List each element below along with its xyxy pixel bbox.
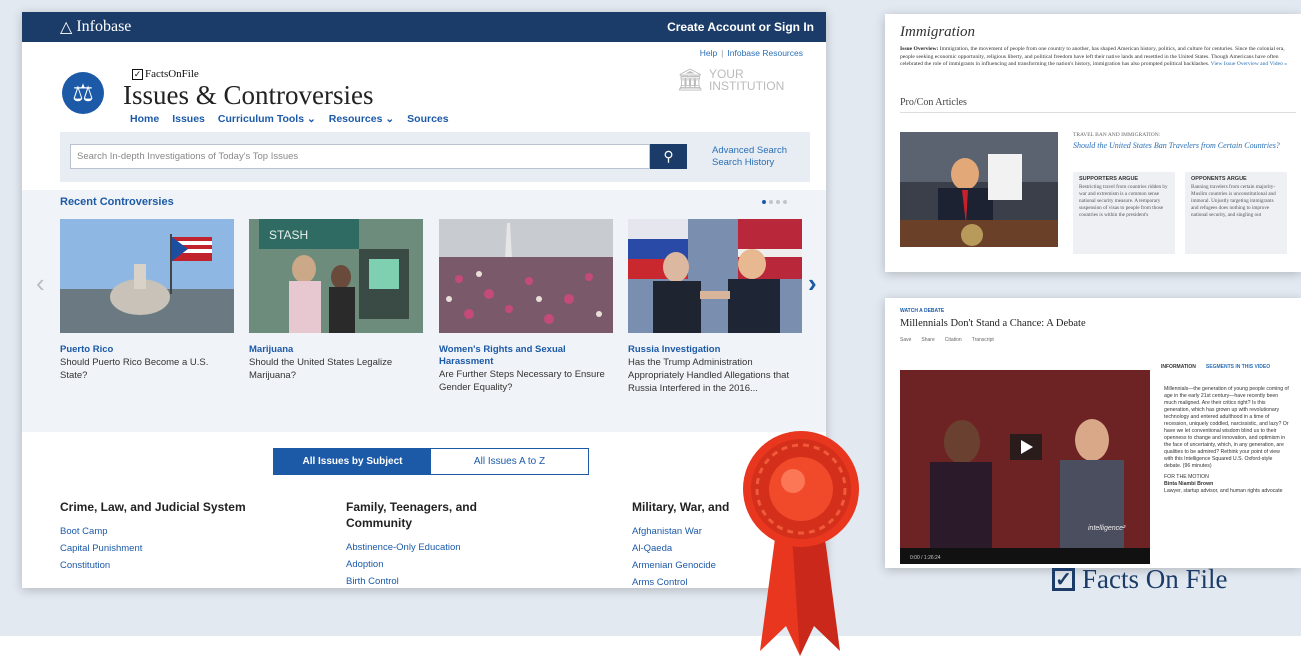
subject-column: Family, Teenagers, and Community Abstine… [346,499,536,588]
video-tools: Save Share Citation Transcript [900,337,994,343]
svg-text:STASH: STASH [269,228,308,242]
trump-signing-photo [900,132,1058,247]
puerto-rico-photo [60,219,234,333]
factsonfile-small-logo: ✓ FactsOnFile [132,68,199,80]
site-title[interactable]: Issues & Controversies [123,80,373,111]
subject-column: Crime, Law, and Judicial System Boot Cam… [60,499,250,574]
issue-link[interactable]: Adoption [346,556,536,573]
search-history-link[interactable]: Search History [712,157,787,169]
search-icon: ⚲ [663,148,674,164]
issue-overview: Issue Overview: Immigration, the movemen… [900,46,1288,68]
card-puerto-rico[interactable]: Puerto Rico Should Puerto Rico Become a … [60,219,234,382]
issue-tabs: All Issues by Subject All Issues A to Z [273,448,589,475]
search-links: Advanced Search Search History [712,145,787,169]
immigration-screenshot: Immigration Issue Overview: Immigration,… [885,14,1301,272]
check-icon: ✓ [132,68,143,80]
opponents-box: OPPONENTS ARGUE Banning travelers from c… [1185,172,1287,254]
signin-link[interactable]: Create Account or Sign In [667,20,814,34]
advanced-search-link[interactable]: Advanced Search [712,145,787,157]
video-screenshot: WATCH A DEBATE Millennials Don't Stand a… [885,298,1301,568]
infobase-icon: △ [60,19,73,36]
award-ribbon-icon [743,431,859,656]
supporters-box: SUPPORTERS ARGUE Restricting travel from… [1073,172,1175,254]
tab-segments[interactable]: SEGMENTS IN THIS VIDEO [1206,364,1270,370]
citation-button[interactable]: Citation [945,337,962,343]
nav-home[interactable]: Home [130,113,159,125]
video-description: Millennials—the generation of young peop… [1164,386,1289,494]
tab-a-to-z[interactable]: All Issues A to Z [431,449,588,474]
nav-resources[interactable]: Resources ⌄ [329,113,394,125]
tab-information[interactable]: INFORMATION [1161,364,1196,370]
nav-curriculum-tools[interactable]: Curriculum Tools ⌄ [218,113,316,125]
institution-logo: 🏛 YOUR INSTITUTION [676,67,785,93]
issue-link[interactable]: Constitution [60,557,250,574]
video-title: Millennials Don't Stand a Chance: A Deba… [900,318,1086,329]
marijuana-photo: STASH [249,219,423,333]
checkbox-icon: ✓ [1052,568,1075,591]
transcript-button[interactable]: Transcript [972,337,994,343]
chevron-right-icon[interactable]: › [808,268,817,299]
issue-link[interactable]: Boot Camp [60,523,250,540]
help-link[interactable]: Help [700,48,717,58]
card-russia[interactable]: Russia Investigation Has the Trump Admin… [628,219,802,395]
nav-sources[interactable]: Sources [407,113,448,125]
issues-controversies-screenshot: △ Infobase Create Account or Sign In Help… [22,12,826,588]
carousel-dots[interactable] [762,200,787,204]
putin-trump-photo [628,219,802,333]
recent-controversies: Recent Controversies ‹ › Puerto Rico Sho… [22,190,826,432]
help-links: Help | Infobase Resources [699,48,803,58]
issue-link[interactable]: Capital Punishment [60,540,250,557]
overview-link[interactable]: View Issue Overview and Video » [1211,61,1287,67]
video-overlay: intelligence² [1088,525,1126,532]
building-icon: 🏛 [676,67,704,92]
main-nav: Home Issues Curriculum Tools ⌄ Resources… [130,113,449,125]
chevron-left-icon[interactable]: ‹ [36,268,45,299]
issue-link[interactable]: Abstinence-Only Education [346,539,536,556]
video-tabs: INFORMATION SEGMENTS IN THIS VIDEO [1161,364,1270,370]
nav-issues[interactable]: Issues [172,113,205,125]
article-question-link[interactable]: Should the United States Ban Travelers f… [1073,141,1283,151]
search-input[interactable]: Search In-depth Investigations of Today'… [70,144,650,169]
video-time: 0:00 / 1:26:24 [910,555,941,561]
search-bar: Search In-depth Investigations of Today'… [60,132,810,182]
facts-on-file-logo: ✓ Facts On File [1052,564,1228,595]
infobase-resources-link[interactable]: Infobase Resources [727,48,803,58]
scales-icon: ⚖ [62,72,104,114]
womens-march-photo [439,219,613,333]
video-player[interactable]: 0:00 / 1:26:24 intelligence² [900,370,1150,564]
watch-debate-kicker: WATCH A DEBATE [900,308,945,314]
article-tag: TRAVEL BAN AND IMMIGRATION: [1073,132,1161,138]
procon-heading: Pro/Con Articles [900,97,967,108]
card-marijuana[interactable]: STASH Marijuana Should the United States… [249,219,423,382]
save-button[interactable]: Save [900,337,911,343]
share-button[interactable]: Share [921,337,934,343]
search-button[interactable]: ⚲ [650,144,687,169]
tab-by-subject[interactable]: All Issues by Subject [274,449,431,474]
immigration-title: Immigration [900,24,975,40]
infobase-logo[interactable]: △ Infobase [60,17,131,37]
card-womens-rights[interactable]: Women's Rights and Sexual Harassment Are… [439,219,613,394]
recent-label: Recent Controversies [60,196,174,208]
issue-link[interactable]: Birth Control [346,573,536,588]
top-bar: △ Infobase Create Account or Sign In [22,12,826,42]
